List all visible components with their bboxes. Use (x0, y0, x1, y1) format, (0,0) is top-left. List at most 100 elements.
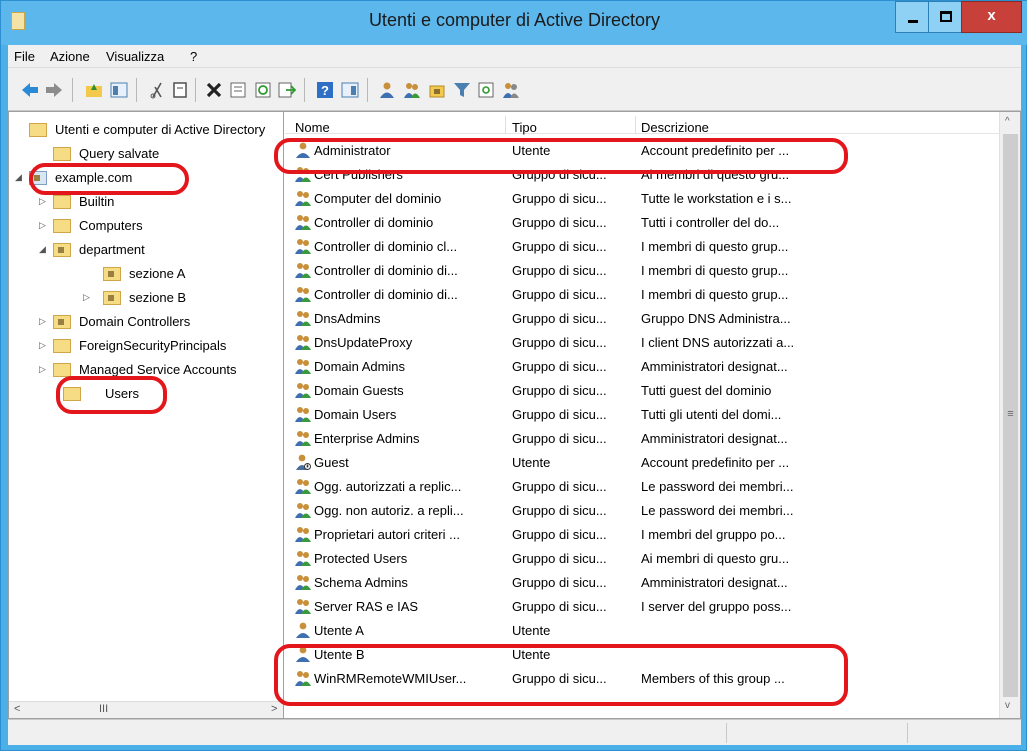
new-group-icon[interactable] (403, 81, 421, 99)
list-item[interactable]: Server RAS e IAS Gruppo di sicu... I serve… (285, 595, 999, 619)
tree-label: Builtin (79, 194, 115, 209)
scroll-right-icon[interactable]: > (271, 703, 277, 715)
help-icon[interactable]: ? (316, 81, 334, 99)
column-separator[interactable] (635, 116, 636, 134)
find-icon[interactable] (478, 81, 496, 99)
list-item[interactable]: Domain Guests Gruppo di sicu... Tutti gues… (285, 379, 999, 403)
tree-item-domain-controllers[interactable]: ▷ Domain Controllers (39, 314, 283, 332)
list-item-type: Utente (512, 455, 551, 470)
list-item-type: Gruppo di sicu... (512, 335, 607, 350)
toolbar-separator (136, 78, 137, 102)
list-item[interactable]: Computer del dominio Gruppo di sicu... Tut… (285, 187, 999, 211)
scroll-down-icon[interactable]: v (1005, 700, 1010, 711)
list-item-name: Utente A (314, 623, 364, 638)
vertical-scrollbar[interactable]: ^ ≡ v (999, 112, 1020, 718)
list-item-description: Amministratori designat... (641, 359, 788, 374)
folder-icon (53, 363, 71, 377)
list-item[interactable]: Domain Admins Gruppo di sicu... Amministra… (285, 355, 999, 379)
forward-icon[interactable] (45, 81, 63, 99)
back-icon[interactable] (21, 81, 39, 99)
tree-item-computers[interactable]: ▷ Computers (39, 218, 283, 236)
show-tree-icon[interactable] (110, 81, 128, 99)
add-to-group-icon[interactable] (502, 81, 520, 99)
menu-azione[interactable]: Azione (50, 49, 90, 64)
user-disabled-icon (295, 454, 311, 470)
tree-item-builtin[interactable]: ▷ Builtin (39, 194, 283, 212)
list-item-name: Schema Admins (314, 575, 408, 590)
menu-help[interactable]: ? (190, 49, 197, 64)
list-item[interactable]: Ogg. non autoriz. a repli... Gruppo di si… (285, 499, 999, 523)
refresh-icon[interactable] (254, 81, 272, 99)
tree-item-sezione-a[interactable]: sezione A (89, 266, 283, 284)
folder-icon (53, 195, 71, 209)
list-item[interactable]: Utente A Utente (285, 619, 999, 643)
list-item-description: Tutti gli utenti del domi... (641, 407, 782, 422)
tree-label: ForeignSecurityPrincipals (79, 338, 227, 353)
menu-file[interactable]: File (14, 49, 35, 64)
group-icon (295, 334, 311, 350)
expand-icon: ▷ (39, 340, 46, 350)
list-item[interactable]: Schema Admins Gruppo di sicu... Amministra… (285, 571, 999, 595)
list-item-name: Proprietari autori criteri ... (314, 527, 460, 542)
title-bar[interactable]: Utenti e computer di Active Directory x (1, 1, 1027, 45)
close-button[interactable]: x (961, 1, 1022, 33)
list-item-name: Controller di dominio cl... (314, 239, 458, 254)
list-item[interactable]: Ogg. autorizzati a replic... Gruppo di si… (285, 475, 999, 499)
list-item-description: Tutte le workstation e i s... (641, 191, 792, 206)
list-item[interactable]: Enterprise Admins Gruppo di sicu... Ammini… (285, 427, 999, 451)
list-item[interactable]: Controller di dominio di... Gruppo di sic… (285, 259, 999, 283)
column-header-nome[interactable]: Nome (295, 120, 330, 135)
list-item-name: Controller di dominio di... (314, 287, 458, 302)
list-item-description: Amministratori designat... (641, 575, 788, 590)
list-item[interactable]: Controller di dominio cl... Gruppo di sic… (285, 235, 999, 259)
group-icon (295, 478, 311, 494)
list-item[interactable]: Protected Users Gruppo di sicu... Ai membr… (285, 547, 999, 571)
maximize-button[interactable] (928, 1, 962, 33)
tree-label: Query salvate (79, 146, 160, 161)
new-ou-icon[interactable] (428, 81, 446, 99)
list-item-type: Gruppo di sicu... (512, 551, 607, 566)
list-item[interactable]: Controller di dominio di... Gruppo di sic… (285, 283, 999, 307)
list-item[interactable]: Proprietari autori criteri ... Gruppo di … (285, 523, 999, 547)
up-folder-icon[interactable] (85, 81, 103, 99)
cut-icon[interactable] (148, 81, 166, 99)
console-icon[interactable] (341, 81, 359, 99)
scroll-left-icon[interactable]: < (14, 703, 20, 715)
scroll-grip-icon: ≡ (1007, 408, 1014, 420)
tree-label: sezione A (129, 266, 186, 281)
list-item[interactable]: Guest Utente Account predefinito per ... (285, 451, 999, 475)
window-title: Utenti e computer di Active Directory (368, 10, 661, 30)
list-item[interactable]: DnsAdmins Gruppo di sicu... Gruppo DNS Adm… (285, 307, 999, 331)
properties-icon[interactable] (229, 81, 247, 99)
menu-visualizza[interactable]: Visualizza (106, 49, 164, 64)
column-header-tipo[interactable]: Tipo (512, 120, 537, 135)
tree-item-query-salvate[interactable]: Query salvate (39, 146, 283, 164)
list-item[interactable]: Domain Users Gruppo di sicu... Tutti gli u… (285, 403, 999, 427)
scroll-grip-icon[interactable]: III (99, 703, 108, 715)
copy-icon[interactable] (171, 81, 189, 99)
list-item-type: Gruppo di sicu... (512, 383, 607, 398)
minimize-button[interactable] (895, 1, 929, 33)
column-separator[interactable] (505, 116, 506, 134)
list-item-type: Gruppo di sicu... (512, 359, 607, 374)
filter-icon[interactable] (453, 81, 471, 99)
new-user-icon[interactable] (378, 81, 396, 99)
expand-icon: ▷ (39, 364, 46, 374)
tree-horizontal-scrollbar[interactable]: < III > (9, 701, 283, 718)
column-header-descrizione[interactable]: Descrizione (641, 120, 709, 135)
group-icon (295, 358, 311, 374)
tree-item-foreign-security-principals[interactable]: ▷ ForeignSecurityPrincipals (39, 338, 283, 356)
export-icon[interactable] (278, 81, 296, 99)
tree-root[interactable]: Utenti e computer di Active Directory (15, 122, 283, 140)
ad-icon (29, 123, 47, 137)
list-item[interactable]: DnsUpdateProxy Gruppo di sicu... I client … (285, 331, 999, 355)
scroll-thumb[interactable]: ≡ (1003, 134, 1018, 697)
list-item[interactable]: Controller di dominio Gruppo di sicu... Tu… (285, 211, 999, 235)
delete-icon[interactable] (205, 81, 223, 99)
group-icon (295, 238, 311, 254)
status-bar (8, 719, 1021, 745)
list-item-type: Gruppo di sicu... (512, 311, 607, 326)
tree-item-sezione-b[interactable]: ▷ sezione B (83, 290, 283, 308)
tree-item-department[interactable]: ◢ department (39, 242, 283, 260)
scroll-up-icon[interactable]: ^ (1005, 116, 1010, 127)
